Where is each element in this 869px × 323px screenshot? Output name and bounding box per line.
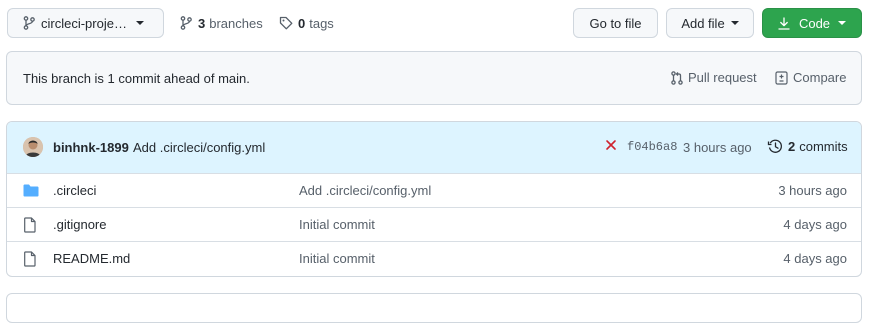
add-file-button[interactable]: Add file [666,8,754,38]
tag-icon [279,16,293,30]
file-row[interactable]: .gitignore Initial commit 4 days ago [7,207,861,241]
diff-icon [775,70,788,85]
branches-label: branches [209,15,263,31]
file-commit-message[interactable]: Add .circleci/config.yml [299,183,431,198]
file-icon [23,250,37,267]
branches-link[interactable]: 3 branches [180,8,263,38]
chevron-down-icon [135,21,144,25]
branch-select-label: circleci-proje… [41,15,127,31]
fail-x-icon[interactable] [605,139,617,151]
history-icon [767,139,783,154]
file-row[interactable]: .circleci Add .circleci/config.yml 3 hou… [7,173,861,207]
git-branch-icon [23,16,35,30]
commits-link[interactable]: 2 commits [767,139,848,154]
file-name[interactable]: README.md [53,251,130,266]
commit-time: 3 hours ago [683,140,752,155]
commit-message[interactable]: Add .circleci/config.yml [133,140,265,155]
branch-select-button[interactable]: circleci-proje… [7,8,164,38]
pull-request-icon [671,70,683,85]
git-branch-icon [180,16,192,30]
pull-request-label: Pull request [688,70,757,85]
file-commit-message[interactable]: Initial commit [299,251,375,266]
branches-count: 3 [198,15,206,31]
tags-label: tags [309,15,334,31]
file-commit-message[interactable]: Initial commit [299,217,375,232]
avatar[interactable] [23,137,43,157]
tags-link[interactable]: 0 tags [279,8,334,38]
file-listing: binhnk-1899 Add .circleci/config.yml f04… [6,121,862,277]
file-time: 4 days ago [783,217,847,232]
add-file-label: Add file [681,15,725,31]
readme-box-edge [6,293,862,323]
go-to-file-label: Go to file [589,15,642,31]
go-to-file-button[interactable]: Go to file [573,8,658,38]
chevron-down-icon [838,21,847,25]
file-name[interactable]: .circleci [53,183,96,198]
download-icon [778,16,790,30]
commit-author[interactable]: binhnk-1899 [53,140,129,155]
pull-request-link[interactable]: Pull request [671,70,757,85]
branch-status-message: This branch is 1 commit ahead of main. [23,71,250,86]
tags-count: 0 [298,15,306,31]
compare-label: Compare [793,70,847,85]
file-row[interactable]: README.md Initial commit 4 days ago [7,241,861,275]
commits-label: commits [799,139,848,154]
latest-commit-header: binhnk-1899 Add .circleci/config.yml f04… [7,122,861,173]
compare-link[interactable]: Compare [775,70,846,85]
file-time: 4 days ago [783,251,847,266]
commits-count: 2 [788,139,796,154]
code-button[interactable]: Code [762,8,862,38]
file-name[interactable]: .gitignore [53,217,106,232]
file-icon [23,216,37,233]
chevron-down-icon [730,21,739,25]
code-label: Code [798,15,831,31]
branch-status-box: This branch is 1 commit ahead of main. P… [6,51,862,105]
file-time: 3 hours ago [778,183,847,198]
commit-sha[interactable]: f04b6a8 [627,140,677,154]
folder-icon [23,184,39,197]
